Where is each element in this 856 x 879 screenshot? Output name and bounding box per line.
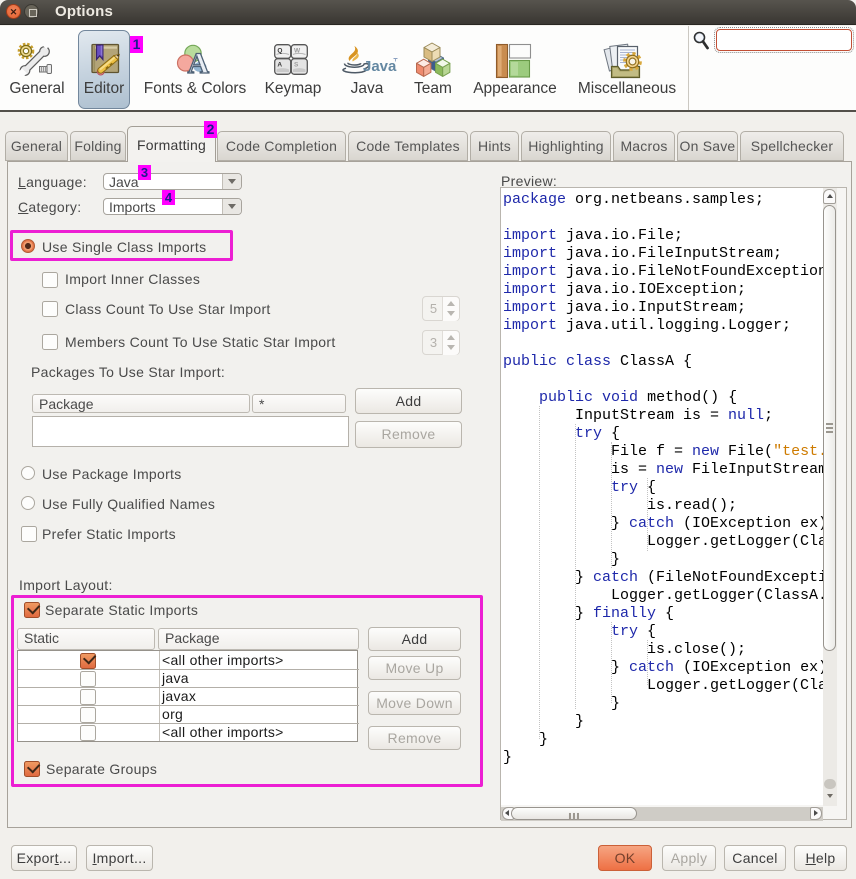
- svg-text:A: A: [188, 47, 210, 78]
- svg-text:S: S: [294, 61, 299, 68]
- svg-text:Q: Q: [277, 47, 282, 54]
- svg-text:W: W: [294, 47, 301, 54]
- svg-text:A: A: [277, 61, 282, 68]
- svg-text:Java: Java: [363, 58, 397, 74]
